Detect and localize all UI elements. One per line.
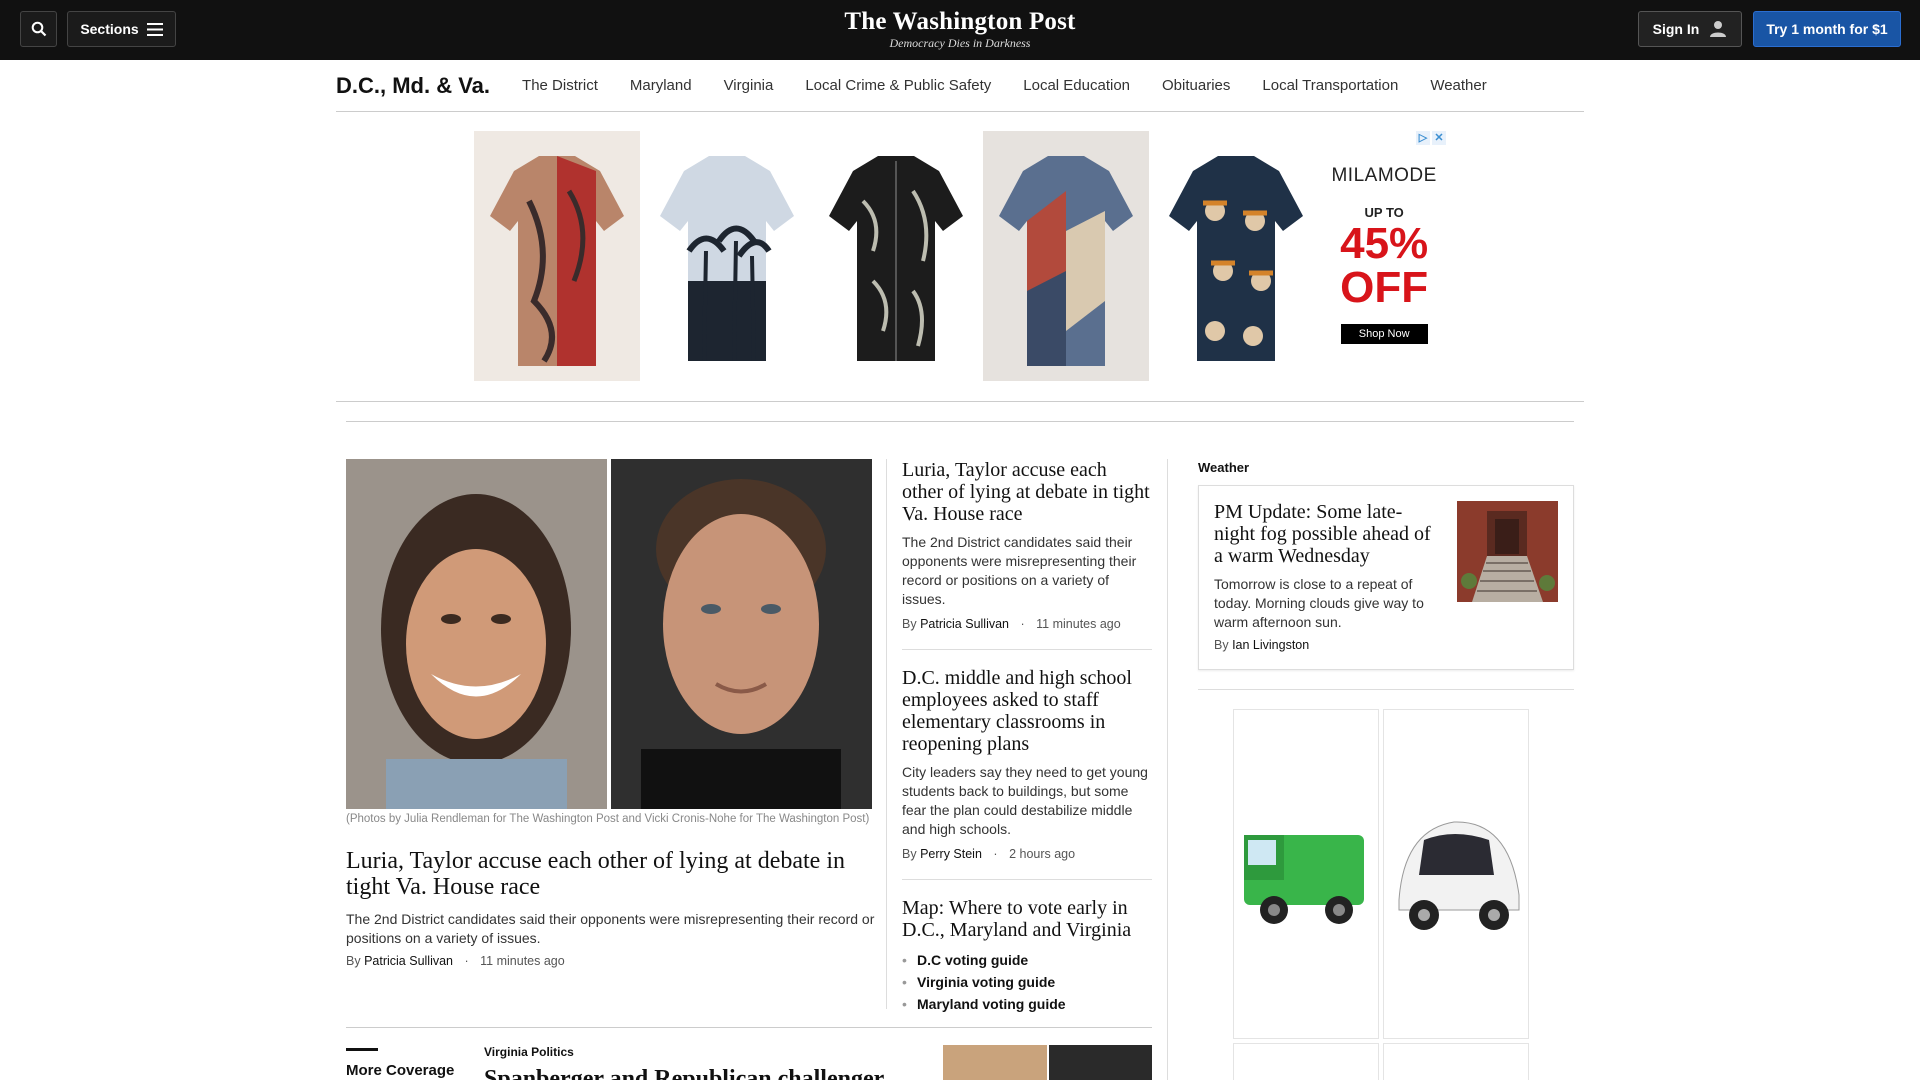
thumbnail-left [943, 1045, 1047, 1080]
divider [902, 879, 1152, 880]
ad-offer-panel[interactable]: ▷ ✕ MILAMODE UP TO 45% OFF Shop Now [1322, 131, 1447, 381]
user-icon [1710, 21, 1727, 37]
weather-byline: By Ian Livingston [1214, 638, 1309, 652]
ad-shirt-image[interactable] [474, 131, 640, 381]
byline-by: By [1214, 638, 1229, 652]
column-divider [1167, 459, 1168, 1080]
story-item: D.C. middle and high school employees as… [902, 667, 1152, 861]
sign-in-button[interactable]: Sign In [1638, 11, 1742, 47]
story-item: Luria, Taylor accuse each other of lying… [902, 459, 1152, 631]
guide-link-dc[interactable]: D.C voting guide [902, 949, 1152, 971]
story-item: Map: Where to vote early in D.C., Maryla… [902, 897, 1152, 1015]
byline-author[interactable]: Patricia Sullivan [920, 617, 1009, 631]
section-title[interactable]: D.C., Md. & Va. [336, 73, 490, 99]
story-blurb: City leaders say they need to get young … [902, 764, 1148, 837]
nav-link-weather[interactable]: Weather [1430, 77, 1486, 94]
divider [336, 401, 1584, 402]
ad-brand: MILAMODE [1331, 165, 1437, 186]
divider [346, 1027, 1152, 1028]
side-ad[interactable]: ▷✕ [1233, 708, 1529, 1080]
adchoices-badge[interactable]: ▷✕ [1416, 131, 1447, 145]
top-bar: Sections The Washington Post Democracy D… [0, 0, 1920, 60]
photo-caption: (Photos by Julia Rendleman for The Washi… [346, 813, 870, 825]
sections-button[interactable]: Sections [67, 11, 176, 47]
byline-by: By [346, 954, 361, 968]
weather-story-card[interactable]: PM Update: Some late-night fog possible … [1198, 485, 1574, 670]
story-headline[interactable]: Spanberger and Republican challenger [484, 1066, 904, 1080]
top-ad-banner[interactable]: ▷ ✕ MILAMODE UP TO 45% OFF Shop Now [474, 131, 1447, 381]
nav-link-maryland[interactable]: Maryland [630, 77, 692, 94]
column-divider [886, 459, 887, 1009]
guide-link-maryland[interactable]: Maryland voting guide [902, 993, 1152, 1015]
story-kicker[interactable]: Virginia Politics [484, 1045, 574, 1059]
ad-shirt-image[interactable] [813, 131, 979, 381]
divider [1198, 689, 1574, 690]
ad-shirt-image[interactable] [982, 131, 1149, 381]
adchoices-icon[interactable]: ▷ [1416, 131, 1431, 145]
sections-label: Sections [80, 21, 139, 37]
candidate-photo-right[interactable] [611, 459, 872, 809]
lead-story-byline: By Patricia Sullivan · 11 minutes ago [346, 954, 565, 968]
byline-by: By [902, 617, 917, 631]
ad-shop-now-button[interactable]: Shop Now [1340, 324, 1428, 344]
byline-author[interactable]: Patricia Sullivan [364, 954, 453, 968]
washington-post-logo[interactable]: The Washington Post Democracy Dies in Da… [760, 8, 1160, 50]
byline-separator: · [464, 954, 469, 968]
nav-link-virginia[interactable]: Virginia [724, 77, 774, 94]
nav-link-local-education[interactable]: Local Education [1023, 77, 1130, 94]
candidate-photo-left[interactable] [346, 459, 607, 809]
logo-wordmark: The Washington Post [844, 8, 1076, 35]
divider [346, 421, 1574, 422]
lead-story-blurb: The 2nd District candidates said their o… [346, 911, 875, 946]
nav-link-local-transportation[interactable]: Local Transportation [1262, 77, 1398, 94]
lead-story-headline[interactable]: Luria, Taylor accuse each other of lying… [346, 848, 886, 900]
more-coverage-label: More Coverage [346, 1062, 455, 1079]
ad-product-image[interactable] [1233, 709, 1379, 1039]
weather-section-label[interactable]: Weather [1198, 460, 1249, 475]
byline-time: 11 minutes ago [480, 954, 565, 968]
byline-separator: · [993, 847, 998, 861]
logo-tagline: Democracy Dies in Darkness [889, 36, 1031, 50]
byline-separator: · [1020, 617, 1025, 631]
story-blurb: The 2nd District candidates said their o… [902, 534, 1137, 607]
section-accent-bar [346, 1048, 378, 1051]
thumbnail-right [1048, 1045, 1152, 1080]
nav-link-the-district[interactable]: The District [522, 77, 598, 94]
nav-link-local-crime[interactable]: Local Crime & Public Safety [805, 77, 991, 94]
guide-link-virginia[interactable]: Virginia voting guide [902, 971, 1152, 993]
lead-story-photo[interactable] [346, 459, 872, 809]
ad-shirt-image[interactable] [643, 131, 810, 381]
byline-author[interactable]: Perry Stein [920, 847, 982, 861]
ad-discount: 45% [1340, 219, 1429, 268]
ad-off: OFF [1340, 263, 1429, 312]
story-headline[interactable]: Map: Where to vote early in D.C., Maryla… [902, 897, 1152, 941]
hamburger-icon [146, 22, 163, 36]
story-byline: By Perry Stein · 2 hours ago [902, 847, 1152, 861]
weather-story-thumbnail[interactable] [1457, 501, 1558, 602]
sign-in-label: Sign In [1652, 21, 1700, 37]
ad-up-to: UP TO [1364, 205, 1404, 220]
section-nav: D.C., Md. & Va. The District Maryland Vi… [336, 60, 1584, 112]
ad-product-image[interactable] [1233, 1043, 1379, 1080]
story-headline[interactable]: Luria, Taylor accuse each other of lying… [902, 459, 1152, 525]
byline-time: 2 hours ago [1009, 847, 1076, 861]
voting-guide-list: D.C voting guide Virginia voting guide M… [902, 949, 1152, 1015]
weather-headline[interactable]: PM Update: Some late-night fog possible … [1214, 501, 1434, 567]
trial-subscribe-button[interactable]: Try 1 month for $1 [1753, 11, 1901, 47]
ad-product-image[interactable] [1383, 709, 1529, 1039]
ad-product-image[interactable] [1383, 1043, 1529, 1080]
weather-blurb: Tomorrow is close to a repeat of today. … [1214, 576, 1424, 630]
byline-author[interactable]: Ian Livingston [1232, 638, 1309, 652]
byline-time: 11 minutes ago [1036, 617, 1121, 631]
search-icon [31, 21, 46, 37]
ad-close-icon[interactable]: ✕ [1432, 131, 1447, 145]
byline-by: By [902, 847, 917, 861]
story-byline: By Patricia Sullivan · 11 minutes ago [902, 617, 1152, 631]
divider [902, 649, 1152, 650]
story-thumbnail[interactable] [943, 1045, 1152, 1080]
search-button[interactable] [20, 11, 57, 47]
nav-link-obituaries[interactable]: Obituaries [1162, 77, 1230, 94]
ad-shirt-image[interactable] [1152, 131, 1319, 381]
story-headline[interactable]: D.C. middle and high school employees as… [902, 667, 1152, 755]
